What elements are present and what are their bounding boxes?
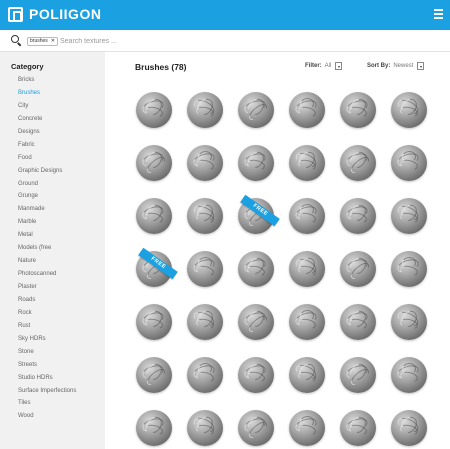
brush-thumbnail[interactable]: [391, 410, 427, 446]
hamburger-menu-icon[interactable]: [434, 9, 443, 19]
sidebar-item-wood[interactable]: Wood: [18, 410, 76, 423]
brand-name: POLIIGON: [29, 6, 102, 22]
sidebar-item-fabric[interactable]: Fabric: [18, 139, 76, 152]
brush-thumbnail[interactable]: [187, 304, 223, 340]
main-content: Brushes (78) Filter: All Sort By: Newest…: [105, 52, 450, 449]
brush-thumbnail[interactable]: [187, 92, 223, 128]
sidebar-item-photoscanned[interactable]: Photoscanned: [18, 268, 76, 281]
sort-label: Sort By:: [367, 63, 391, 69]
category-list: Bricks Brushes City Concrete Designs Fabric Fo…: [18, 74, 76, 423]
brand-logo[interactable]: POLIIGON: [8, 7, 101, 22]
brush-thumbnail[interactable]: [187, 410, 223, 446]
search-tag-label: brushes: [30, 38, 48, 44]
category-sidebar: Category Bricks Brushes City Concrete Design…: [0, 52, 105, 449]
brush-thumbnail[interactable]: [391, 357, 427, 393]
brush-thumbnail[interactable]: [340, 198, 376, 234]
sidebar-item-marble[interactable]: Marble: [18, 216, 76, 229]
sidebar-item-brushes[interactable]: Brushes: [18, 87, 76, 100]
brush-thumbnail[interactable]: [289, 145, 325, 181]
poliigon-logo-icon: [8, 7, 23, 22]
brush-thumbnail[interactable]: [289, 304, 325, 340]
brush-thumbnail[interactable]: [340, 410, 376, 446]
brush-thumbnail[interactable]: [289, 357, 325, 393]
brush-thumbnail[interactable]: [187, 357, 223, 393]
sidebar-item-sky-hdrs[interactable]: Sky HDRs: [18, 333, 76, 346]
sidebar-item-designs[interactable]: Designs: [18, 126, 76, 139]
sort-control[interactable]: Sort By: Newest: [367, 62, 425, 70]
brush-thumbnail[interactable]: [391, 251, 427, 287]
sidebar-item-streets[interactable]: Streets: [18, 359, 76, 372]
brush-thumbnail[interactable]: [136, 198, 172, 234]
filter-value: All: [324, 63, 332, 69]
brush-thumbnail[interactable]: [340, 251, 376, 287]
brush-thumbnail[interactable]: [340, 304, 376, 340]
sort-value: Newest: [393, 63, 414, 69]
sidebar-item-plaster[interactable]: Plaster: [18, 281, 76, 294]
search-input[interactable]: [60, 36, 360, 47]
top-bar: POLIIGON: [0, 0, 450, 30]
brush-thumbnail[interactable]: [238, 357, 274, 393]
brush-thumbnail[interactable]: [187, 251, 223, 287]
search-icon[interactable]: [11, 35, 22, 47]
category-heading: Category: [11, 62, 44, 71]
sidebar-item-models-free[interactable]: Models (free: [18, 242, 76, 255]
brush-thumbnail[interactable]: [289, 198, 325, 234]
brush-thumbnail[interactable]: [391, 92, 427, 128]
sidebar-item-concrete[interactable]: Concrete: [18, 113, 76, 126]
filter-label: Filter:: [305, 63, 322, 69]
page-title: Brushes (78): [135, 62, 187, 72]
filter-control[interactable]: Filter: All: [305, 62, 343, 70]
brush-thumbnail[interactable]: [136, 304, 172, 340]
brush-thumbnail[interactable]: [238, 410, 274, 446]
sidebar-item-city[interactable]: City: [18, 100, 76, 113]
sidebar-item-rust[interactable]: Rust: [18, 320, 76, 333]
brush-thumbnail[interactable]: [238, 145, 274, 181]
sidebar-item-grunge[interactable]: Grunge: [18, 190, 76, 203]
sidebar-item-rock[interactable]: Rock: [18, 307, 76, 320]
brush-thumbnail[interactable]: [187, 145, 223, 181]
filter-dropdown-icon[interactable]: [335, 62, 343, 70]
sidebar-item-stone[interactable]: Stone: [18, 346, 76, 359]
brush-thumbnail[interactable]: [391, 145, 427, 181]
brush-thumbnail[interactable]: [136, 410, 172, 446]
brush-thumbnail[interactable]: [340, 92, 376, 128]
brush-thumbnail[interactable]: [340, 357, 376, 393]
sidebar-item-manmade[interactable]: Manmade: [18, 203, 76, 216]
brush-thumbnail[interactable]: [289, 251, 325, 287]
search-filter-tag[interactable]: brushes ✕: [27, 37, 58, 46]
search-bar: brushes ✕: [0, 30, 450, 52]
brush-thumbnail[interactable]: [136, 357, 172, 393]
sidebar-item-bricks[interactable]: Bricks: [18, 74, 76, 87]
sidebar-item-roads[interactable]: Roads: [18, 294, 76, 307]
brush-thumbnail[interactable]: [340, 145, 376, 181]
brush-thumbnail[interactable]: [289, 92, 325, 128]
sidebar-item-surface-imperfections[interactable]: Surface Imperfections: [18, 385, 76, 398]
sidebar-item-graphic-designs[interactable]: Graphic Designs: [18, 165, 76, 178]
sidebar-item-metal[interactable]: Metal: [18, 229, 76, 242]
brush-thumbnail[interactable]: [136, 92, 172, 128]
brush-thumbnail[interactable]: [136, 145, 172, 181]
sort-dropdown-icon[interactable]: [417, 62, 425, 70]
sidebar-item-tiles[interactable]: Tiles: [18, 397, 76, 410]
brush-thumbnail[interactable]: [289, 410, 325, 446]
brush-thumbnail[interactable]: [238, 304, 274, 340]
brush-thumbnail[interactable]: [187, 198, 223, 234]
sidebar-item-studio-hdrs[interactable]: Studio HDRs: [18, 372, 76, 385]
sidebar-item-food[interactable]: Food: [18, 152, 76, 165]
brush-thumbnail[interactable]: [391, 304, 427, 340]
sidebar-item-ground[interactable]: Ground: [18, 178, 76, 191]
remove-tag-icon[interactable]: ✕: [51, 38, 55, 45]
brush-thumbnail[interactable]: [391, 198, 427, 234]
brush-thumbnail[interactable]: [238, 251, 274, 287]
brush-thumbnail[interactable]: [238, 92, 274, 128]
sidebar-item-nature[interactable]: Nature: [18, 255, 76, 268]
